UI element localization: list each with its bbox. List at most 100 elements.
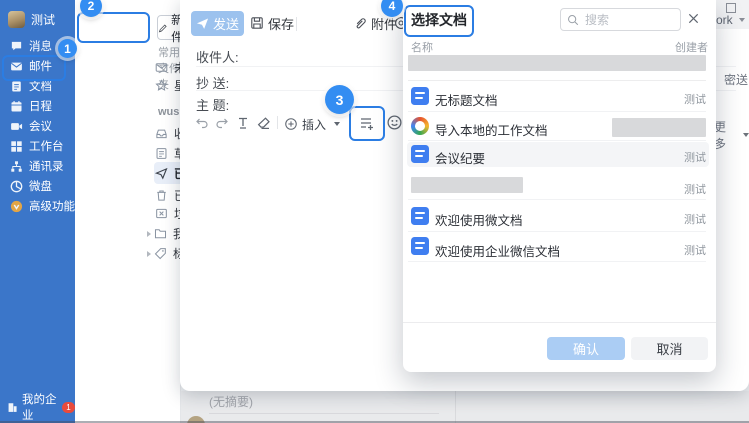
doc-creator: 测试 bbox=[646, 211, 706, 227]
no-summary-text: (无摘要) bbox=[209, 393, 253, 410]
expand-caret-icon[interactable] bbox=[147, 251, 151, 257]
workspace-dropdown-partial[interactable]: ork bbox=[716, 13, 745, 27]
blue-doc-icon bbox=[411, 237, 429, 255]
bcc-link[interactable]: 密送 bbox=[724, 71, 748, 88]
nav-item-label: 工作台 bbox=[29, 138, 64, 154]
insert-menu-button[interactable]: 插入 bbox=[284, 115, 340, 133]
emoji-icon[interactable] bbox=[386, 114, 403, 131]
clear-format-eraser-icon[interactable] bbox=[256, 115, 272, 131]
junk-mail-icon bbox=[155, 207, 168, 220]
paper-plane-icon bbox=[155, 167, 168, 180]
nav-item-drive[interactable]: 微盘 bbox=[0, 177, 75, 195]
nav-item-workbench[interactable]: 工作台 bbox=[0, 137, 75, 155]
doc-row[interactable]: 无标题文档 测试 bbox=[403, 82, 716, 111]
grid-icon bbox=[10, 140, 23, 153]
confirm-button[interactable]: 确认 bbox=[547, 337, 625, 360]
caret-down-icon bbox=[334, 122, 340, 126]
nav-item-my-company[interactable]: 我的企业 1 bbox=[0, 398, 75, 416]
nav-item-label: 日程 bbox=[29, 98, 52, 114]
doc-row[interactable]: 导入本地的工作文档 bbox=[403, 111, 716, 140]
nav-item-mail[interactable]: 邮件 bbox=[0, 57, 75, 75]
caret-down-icon bbox=[743, 133, 749, 137]
close-icon[interactable] bbox=[687, 12, 700, 25]
document-icon bbox=[10, 80, 23, 93]
doc-creator: 测试 bbox=[646, 149, 706, 165]
compose-pencil-icon bbox=[158, 22, 168, 34]
trash-icon bbox=[155, 189, 168, 202]
row-divider bbox=[408, 80, 706, 81]
nav-item-label: 邮件 bbox=[29, 58, 52, 74]
redacted-creator bbox=[612, 118, 706, 137]
blue-doc-icon bbox=[411, 87, 429, 105]
avatar bbox=[8, 11, 25, 28]
save-button[interactable]: 保存 bbox=[250, 14, 294, 32]
nav-item-docs[interactable]: 文档 bbox=[0, 77, 75, 95]
maximize-icon[interactable] bbox=[726, 3, 736, 13]
nav-item-label: 高级功能 bbox=[29, 198, 75, 214]
doc-row[interactable]: 测试 bbox=[403, 171, 716, 199]
column-header-creator: 创建者 bbox=[646, 39, 708, 55]
envelope-icon bbox=[10, 60, 23, 73]
dialog-title: 选择文档 bbox=[411, 10, 467, 30]
save-icon bbox=[250, 16, 264, 30]
doc-name: 无标题文档 bbox=[435, 90, 498, 109]
app-window-controls: ork bbox=[713, 0, 749, 29]
doc-name: 会议纪要 bbox=[435, 148, 485, 167]
nav-item-label: 文档 bbox=[29, 78, 52, 94]
subject-field-label: 主 题: bbox=[196, 95, 229, 114]
undo-icon[interactable] bbox=[194, 115, 210, 131]
nav-item-advanced[interactable]: 高级功能 bbox=[0, 197, 75, 215]
calendar-icon bbox=[10, 100, 23, 113]
doc-creator: 测试 bbox=[646, 242, 706, 258]
search-icon bbox=[567, 14, 579, 26]
row-divider bbox=[408, 261, 706, 262]
doc-creator: 测试 bbox=[646, 91, 706, 107]
paperclip-icon bbox=[353, 16, 367, 30]
nav-item-label: 会议 bbox=[29, 118, 52, 134]
doc-row[interactable]: 欢迎使用企业微信文档 测试 bbox=[403, 231, 716, 261]
footer-divider bbox=[403, 322, 716, 323]
redacted-row[interactable] bbox=[408, 55, 706, 71]
import-doc-icon bbox=[411, 117, 429, 135]
inbox-icon bbox=[155, 127, 168, 140]
nav-item-label: 微盘 bbox=[29, 178, 52, 194]
folder-sidebar: 新建邮件 常用文件夹 未读邮件 41 星标邮件 wushan@xty321.w.… bbox=[75, 0, 181, 423]
workspace-label: ork bbox=[716, 13, 733, 27]
my-company-label: 我的企业 bbox=[22, 391, 58, 423]
doc-name: 导入本地的工作文档 bbox=[435, 120, 548, 139]
company-badge: 1 bbox=[62, 402, 75, 413]
doc-name: 欢迎使用企业微信文档 bbox=[435, 241, 560, 260]
expand-caret-icon[interactable] bbox=[147, 231, 151, 237]
primary-nav: 测试 消息 邮件 文档 日程 会议 工作台 通讯录 bbox=[0, 0, 75, 423]
advanced-features-icon bbox=[10, 200, 23, 213]
tag-icon bbox=[154, 247, 167, 260]
doc-row[interactable]: 欢迎使用微文档 测试 bbox=[403, 200, 716, 231]
search-box[interactable] bbox=[560, 8, 681, 31]
redo-icon[interactable] bbox=[214, 115, 230, 131]
column-header-name: 名称 bbox=[411, 39, 433, 55]
toolbar-divider bbox=[277, 116, 278, 129]
send-label: 发送 bbox=[213, 14, 239, 33]
search-input[interactable] bbox=[583, 12, 667, 28]
pane-divider bbox=[455, 391, 456, 423]
nav-item-meeting[interactable]: 会议 bbox=[0, 117, 75, 135]
insert-plus-icon bbox=[284, 117, 298, 131]
nav-user-label: 测试 bbox=[31, 11, 55, 28]
drive-disk-icon bbox=[10, 180, 23, 193]
app-screenshot: 测试 消息 邮件 文档 日程 会议 工作台 通讯录 bbox=[0, 0, 749, 423]
cancel-button[interactable]: 取消 bbox=[631, 337, 708, 360]
doc-row-highlighted[interactable]: 会议纪要 测试 bbox=[407, 142, 709, 167]
unread-mail-icon bbox=[155, 61, 168, 74]
nav-item-label: 消息 bbox=[29, 38, 52, 54]
row-divider bbox=[408, 140, 706, 141]
select-document-dialog: 选择文档 名称 创建者 无标题文档 测试 导入本地的工作文档 会议纪要 bbox=[403, 0, 716, 372]
send-button[interactable]: 发送 bbox=[191, 11, 244, 36]
nav-user[interactable]: 测试 bbox=[0, 9, 75, 29]
text-format-icon[interactable] bbox=[235, 115, 251, 131]
send-plane-icon bbox=[196, 17, 209, 30]
nav-item-calendar[interactable]: 日程 bbox=[0, 97, 75, 115]
step-badge-1: 1 bbox=[58, 39, 77, 58]
insert-document-icon[interactable] bbox=[357, 114, 375, 132]
nav-item-contacts[interactable]: 通讯录 bbox=[0, 157, 75, 175]
doc-name: 欢迎使用微文档 bbox=[435, 210, 523, 229]
